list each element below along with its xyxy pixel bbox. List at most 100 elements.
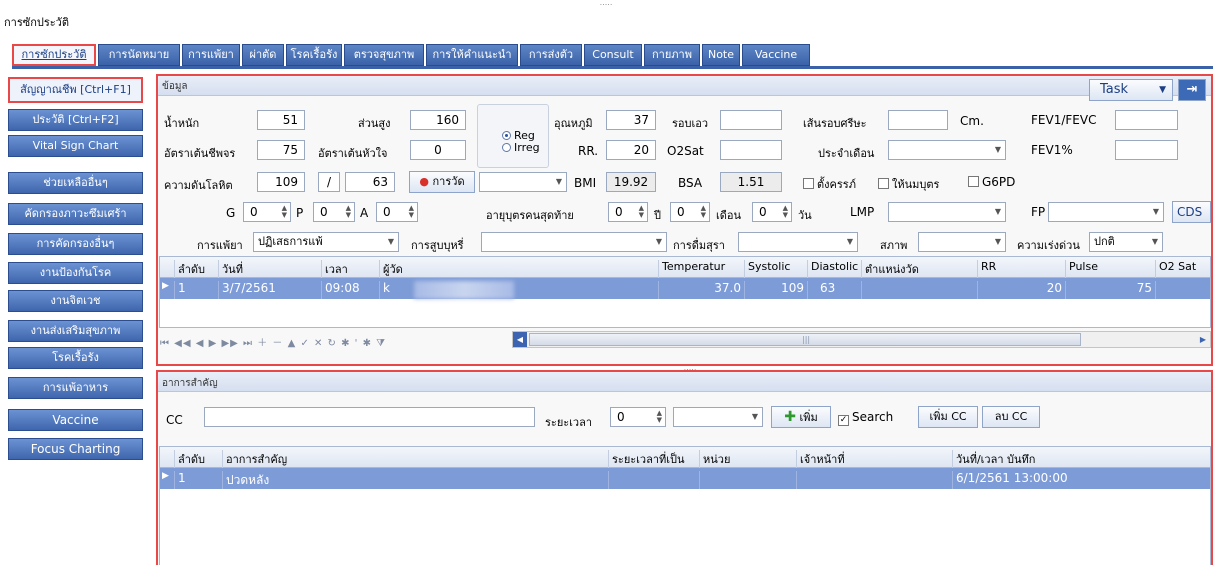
sidebar-item-other-help[interactable]: ช่วยเหลืออื่นๆ: [8, 172, 143, 194]
col-header-date[interactable]: วันที่: [218, 260, 314, 278]
stepper-arrows-icon[interactable]: ▲ ▼: [639, 205, 644, 219]
measure-site-button[interactable]: ● การวัด: [409, 171, 475, 193]
fev1-percent-field[interactable]: [1115, 140, 1178, 160]
cc-field[interactable]: [204, 407, 535, 427]
tab-surgery[interactable]: ผ่าตัด: [242, 44, 284, 66]
height-field[interactable]: 160: [410, 110, 466, 130]
delete-cc-button[interactable]: ลบ CC: [982, 406, 1040, 428]
heart-rate-field[interactable]: 0: [410, 140, 466, 160]
search-checkbox[interactable]: ✓ Search: [838, 410, 893, 426]
tab-note[interactable]: Note: [702, 44, 740, 66]
sidebar-item-depression-screen[interactable]: คัดกรองภาวะซึมเศร้า: [8, 203, 143, 225]
tab-appointment[interactable]: การนัดหมาย: [98, 44, 180, 66]
rhythm-reg-radio[interactable]: Reg: [502, 130, 535, 141]
col-header-symptom[interactable]: อาการสำคัญ: [222, 450, 608, 468]
col-header-pulse[interactable]: Pulse: [1065, 260, 1155, 278]
horizontal-scrollbar[interactable]: ◀ ||| ▶: [512, 331, 1211, 348]
col-header-unit[interactable]: หน่วย: [699, 450, 796, 468]
fev1-fvc-field[interactable]: [1115, 110, 1178, 130]
abortion-stepper[interactable]: 0 ▲ ▼: [376, 202, 418, 222]
tab-physio[interactable]: กายภาพ: [644, 44, 700, 66]
task-button[interactable]: Task ▼: [1089, 79, 1173, 101]
col-header-staff[interactable]: เจ้าหน้าที่: [796, 450, 952, 468]
col-header-no[interactable]: ลำดับ: [174, 450, 222, 468]
stepper-arrows-icon[interactable]: ▲ ▼: [346, 205, 351, 219]
sidebar-item-psychiatry[interactable]: งานจิตเวช: [8, 290, 143, 312]
duration-unit-select[interactable]: ▼: [673, 407, 763, 427]
tab-drug-allergy[interactable]: การแพ้ยา: [182, 44, 240, 66]
scroll-right-icon[interactable]: ▶: [1196, 332, 1210, 347]
last-child-month-stepper[interactable]: 0 ▲ ▼: [670, 202, 710, 222]
sidebar-item-focus-charting[interactable]: Focus Charting: [8, 438, 143, 460]
tab-vaccine[interactable]: Vaccine: [742, 44, 810, 66]
col-header-o2sat[interactable]: O2 Sat: [1155, 260, 1210, 278]
col-header-temperature[interactable]: Temperatur: [658, 260, 744, 278]
sidebar-item-food-allergy[interactable]: การแพ้อาหาร: [8, 377, 143, 399]
last-child-year-stepper[interactable]: 0 ▲ ▼: [608, 202, 648, 222]
breastfeeding-checkbox[interactable]: ให้นมบุตร: [878, 175, 939, 193]
drug-allergy-select[interactable]: ปฏิเสธการแพ้ ▼: [253, 232, 399, 252]
col-header-time[interactable]: เวลา: [321, 260, 376, 278]
stepper-arrows-icon[interactable]: ▲ ▼: [783, 205, 788, 219]
scroll-thumb[interactable]: |||: [529, 333, 1081, 346]
tab-chronic[interactable]: โรคเรื้อรัง: [286, 44, 342, 66]
col-header-rr[interactable]: RR: [977, 260, 1065, 278]
status-select[interactable]: ▼: [918, 232, 1006, 252]
sidebar-item-vaccine[interactable]: Vaccine: [8, 409, 143, 431]
sidebar-item-chronic[interactable]: โรคเรื้อรัง: [8, 347, 143, 369]
add-button[interactable]: ✚ เพิ่ม: [771, 406, 831, 428]
add-cc-button[interactable]: เพิ่ม CC: [918, 406, 978, 428]
sidebar-item-health-promotion[interactable]: งานส่งเสริมสุขภาพ: [8, 320, 143, 342]
waist-field[interactable]: [720, 110, 782, 130]
col-header-duration[interactable]: ระยะเวลาที่เป็น: [608, 450, 699, 468]
sidebar-item-vital-signs[interactable]: สัญญาณชีพ [Ctrl+F1]: [8, 77, 143, 103]
cds-button[interactable]: CDS: [1172, 201, 1211, 223]
sidebar-item-vital-chart[interactable]: Vital Sign Chart: [8, 135, 143, 157]
tab-refer[interactable]: การส่งตัว: [520, 44, 582, 66]
scroll-left-icon[interactable]: ◀: [513, 332, 527, 347]
alcohol-select[interactable]: ▼: [738, 232, 858, 252]
exit-icon[interactable]: ⇥: [1178, 79, 1206, 101]
head-circumference-field[interactable]: [888, 110, 948, 130]
tab-history[interactable]: การซักประวัติ: [12, 44, 96, 66]
top-splitter-grip[interactable]: .....: [594, 0, 618, 7]
duration-stepper[interactable]: 0 ▲ ▼: [610, 407, 666, 427]
grid-navigator[interactable]: ⏮ ◀◀ ◀ ▶ ▶▶ ⏭ ＋ － ▲ ✓ ✕ ↻ ✱ ' ✱ ⧩: [160, 334, 500, 350]
para-stepper[interactable]: 0 ▲ ▼: [313, 202, 355, 222]
col-header-systolic[interactable]: Systolic: [744, 260, 807, 278]
weight-field[interactable]: 51: [257, 110, 305, 130]
table-row[interactable]: ▶ 1 3/7/2561 09:08 k 37.0 109 63 20 75: [160, 278, 1210, 299]
pregnant-label: ตั้งครรภ์: [817, 178, 856, 191]
urgency-select[interactable]: ปกติ ▼: [1089, 232, 1163, 252]
tab-checkup[interactable]: ตรวจสุขภาพ: [344, 44, 424, 66]
table-row[interactable]: ▶ 1 ปวดหลัง 6/1/2561 13:00:00: [160, 468, 1210, 489]
pulse-field[interactable]: 75: [257, 140, 305, 160]
stepper-arrows-icon[interactable]: ▲ ▼: [657, 410, 662, 424]
temperature-field[interactable]: 37: [606, 110, 656, 130]
smoking-select[interactable]: ▼: [481, 232, 667, 252]
last-child-day-stepper[interactable]: 0 ▲ ▼: [752, 202, 792, 222]
sidebar-item-prevention[interactable]: งานป้องกันโรค: [8, 262, 143, 284]
stepper-arrows-icon[interactable]: ▲ ▼: [701, 205, 706, 219]
fp-select[interactable]: ▼: [1048, 202, 1164, 222]
tab-consult[interactable]: Consult: [584, 44, 642, 66]
o2sat-field[interactable]: [720, 140, 782, 160]
sidebar-item-other-screen[interactable]: การคัดกรองอื่นๆ: [8, 233, 143, 255]
gravida-stepper[interactable]: 0 ▲ ▼: [243, 202, 291, 222]
stepper-arrows-icon[interactable]: ▲ ▼: [409, 205, 414, 219]
rhythm-irreg-radio[interactable]: Irreg: [502, 142, 540, 153]
sidebar-item-history[interactable]: ประวัติ [Ctrl+F2]: [8, 109, 143, 131]
measure-site-select[interactable]: ▼: [479, 172, 567, 192]
rr-field[interactable]: 20: [606, 140, 656, 160]
tab-advice[interactable]: การให้คำแนะนำ: [426, 44, 518, 66]
col-header-no[interactable]: ลำดับ: [174, 260, 214, 278]
menses-select[interactable]: ▼: [888, 140, 1006, 160]
bp-systolic-field[interactable]: 109: [257, 172, 305, 192]
lmp-date-picker[interactable]: ▼: [888, 202, 1006, 222]
bp-diastolic-field[interactable]: 63: [345, 172, 395, 192]
col-header-recorded-at[interactable]: วันที่/เวลา บันทึก: [952, 450, 1210, 468]
col-header-position[interactable]: ตำแหน่งวัด: [861, 260, 977, 278]
g6pd-checkbox[interactable]: G6PD: [968, 175, 1015, 189]
stepper-arrows-icon[interactable]: ▲ ▼: [282, 205, 287, 219]
pregnant-checkbox[interactable]: ตั้งครรภ์: [803, 175, 856, 193]
